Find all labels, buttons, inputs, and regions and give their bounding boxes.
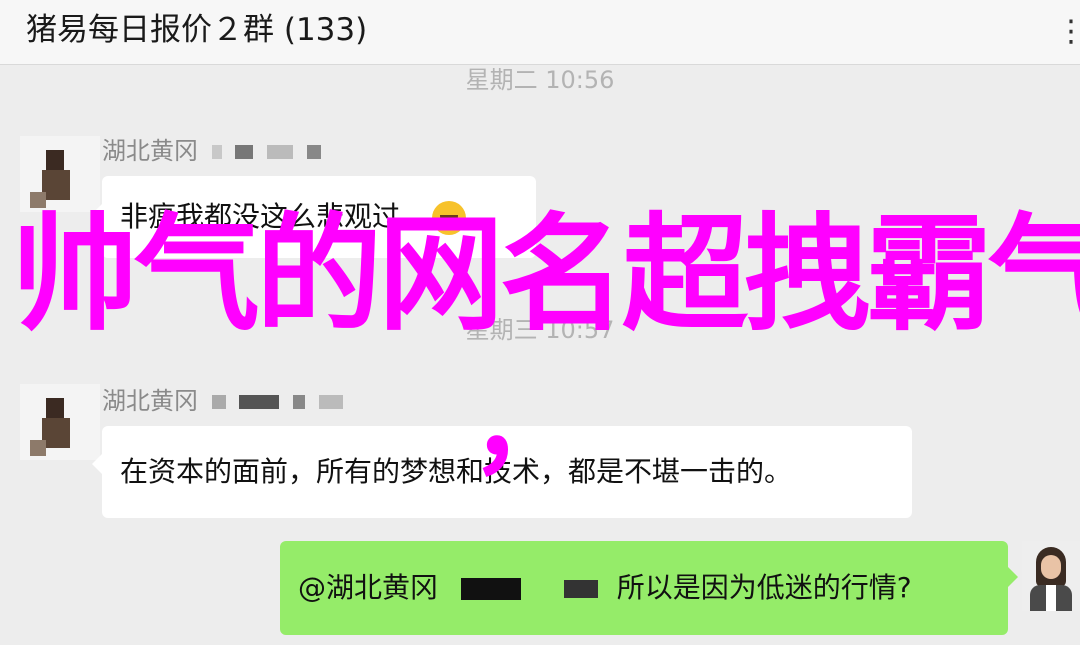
avatar[interactable] — [20, 384, 100, 460]
redacted-text — [318, 395, 343, 409]
chat-header: 猪易每日报价２群 (133) ⋮ — [0, 0, 1080, 65]
message-text: 在资本的面前，所有的梦想和技术，都是不堪一击的。 — [120, 455, 793, 488]
redacted-text — [235, 145, 254, 159]
redacted-text — [306, 145, 321, 159]
more-dots-icon[interactable]: ⋮ — [1056, 14, 1080, 50]
mention-text: @湖北黄冈 — [298, 571, 439, 604]
chat-title: 猪易每日报价２群 (133) — [26, 12, 368, 48]
redacted-text — [563, 580, 598, 598]
redacted-text — [292, 395, 305, 409]
message-timestamp: 星期二 10:56 — [465, 66, 615, 94]
sender-name: 湖北黄冈 — [102, 136, 321, 166]
sender-name-text: 湖北黄冈 — [102, 137, 198, 165]
redacted-text — [460, 578, 521, 600]
redacted-text — [266, 145, 293, 159]
message-text: 所以是因为低迷的行情? — [616, 571, 912, 604]
sender-name: 湖北黄冈 — [102, 386, 343, 416]
redacted-text — [211, 145, 222, 159]
redacted-text — [211, 395, 226, 409]
my-avatar[interactable] — [1022, 541, 1080, 611]
overlay-headline: 帅气的网名超拽霸气 — [12, 201, 1080, 348]
my-message-bubble[interactable]: @湖北黄冈 所以是因为低迷的行情? — [280, 541, 1018, 635]
sender-name-text: 湖北黄冈 — [102, 387, 198, 415]
redacted-text — [239, 395, 280, 409]
overlay-comma: ， — [470, 361, 580, 489]
